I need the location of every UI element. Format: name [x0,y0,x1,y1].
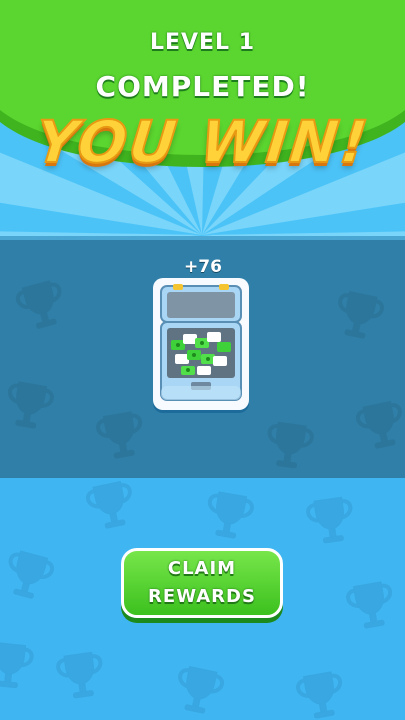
claim-rewards-label: CLAIM REWARDS [148,558,256,607]
level-label: LEVEL 1 [149,30,256,55]
claim-rewards-button[interactable]: CLAIM REWARDS [121,548,283,618]
you-win-title: YOU WIN! [31,107,373,177]
reward-amount: +76 [184,257,222,277]
money-briefcase-icon [160,284,242,401]
reward-card [153,278,249,410]
completed-label: COMPLETED! [95,70,310,103]
